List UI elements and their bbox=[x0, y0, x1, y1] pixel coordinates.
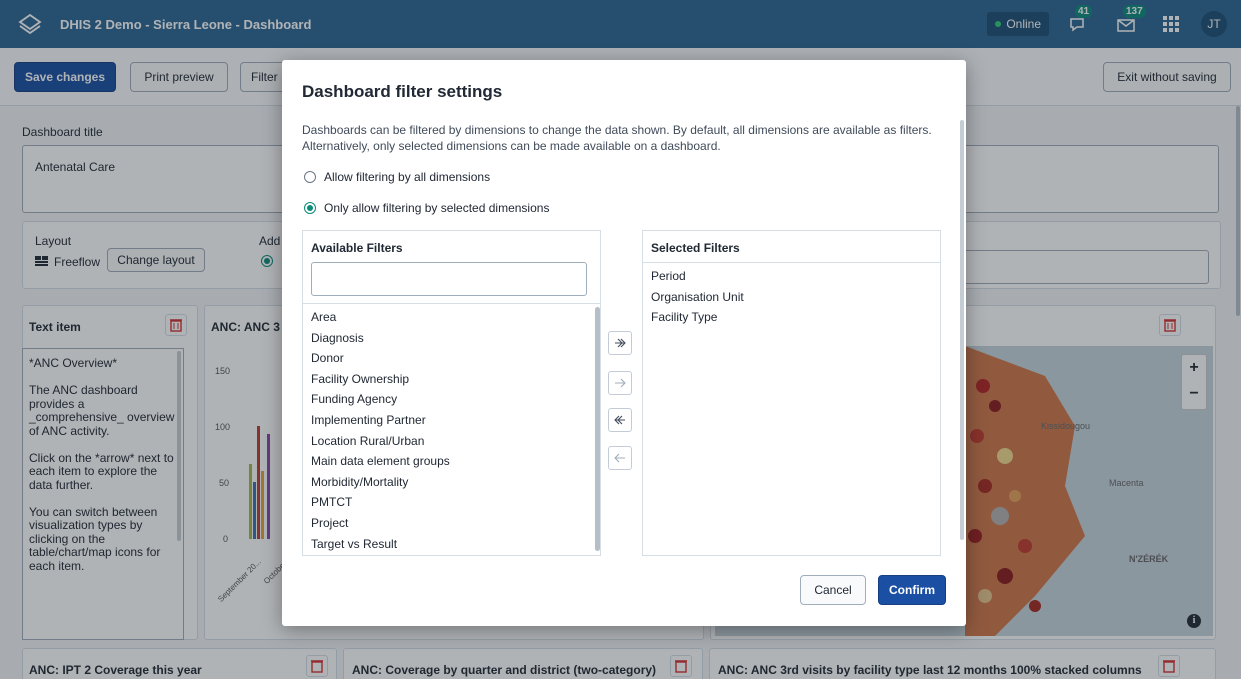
selected-filters-panel: Selected Filters Period Organisation Unit… bbox=[642, 230, 941, 556]
available-filter-item[interactable]: Location Rural/Urban bbox=[303, 431, 593, 452]
available-filter-item[interactable]: Facility Ownership bbox=[303, 369, 593, 390]
modal-description: Dashboards can be filtered by dimensions… bbox=[302, 123, 932, 153]
option-all-dimensions[interactable]: Allow filtering by all dimensions bbox=[304, 170, 490, 184]
radio-all-dimensions[interactable] bbox=[304, 171, 316, 183]
remove-selected-button[interactable] bbox=[608, 446, 632, 470]
double-arrow-left-icon bbox=[614, 415, 625, 425]
available-filter-item[interactable]: PMTCT bbox=[303, 492, 593, 513]
selected-divider bbox=[643, 262, 940, 263]
add-selected-button[interactable] bbox=[608, 371, 632, 395]
available-filters-header: Available Filters bbox=[311, 241, 403, 255]
option-selected-label: Only allow filtering by selected dimensi… bbox=[324, 201, 550, 215]
available-filters-list: Area Diagnosis Donor Facility Ownership Fund… bbox=[303, 307, 593, 554]
selected-filters-list: Period Organisation Unit Facility Type bbox=[643, 266, 933, 328]
available-filters-panel: Available Filters Area Diagnosis Donor Faci… bbox=[302, 230, 601, 556]
available-scrollbar[interactable] bbox=[595, 307, 600, 551]
add-all-button[interactable] bbox=[608, 331, 632, 355]
double-arrow-right-icon bbox=[615, 338, 626, 348]
available-filter-item[interactable]: Target vs Result bbox=[303, 534, 593, 555]
available-divider bbox=[303, 303, 600, 304]
available-filter-item[interactable]: Funding Agency bbox=[303, 389, 593, 410]
filter-settings-modal: Dashboard filter settings Dashboards can… bbox=[282, 60, 966, 626]
available-filter-item[interactable]: Main data element groups bbox=[303, 451, 593, 472]
option-all-label: Allow filtering by all dimensions bbox=[324, 170, 491, 184]
radio-selected-dimensions[interactable] bbox=[304, 202, 316, 214]
available-filter-item[interactable]: Project bbox=[303, 513, 593, 534]
selected-filter-item[interactable]: Facility Type bbox=[643, 307, 933, 328]
option-selected-dimensions[interactable]: Only allow filtering by selected dimensi… bbox=[304, 201, 549, 215]
available-filter-item[interactable]: Morbidity/Mortality bbox=[303, 472, 593, 493]
filter-search-input[interactable] bbox=[311, 262, 587, 296]
cancel-button[interactable]: Cancel bbox=[800, 575, 866, 605]
available-filter-item[interactable]: Donor bbox=[303, 348, 593, 369]
arrow-right-icon bbox=[615, 378, 626, 388]
remove-all-button[interactable] bbox=[608, 408, 632, 432]
available-filter-item[interactable]: Implementing Partner bbox=[303, 410, 593, 431]
selected-filter-item[interactable]: Organisation Unit bbox=[643, 287, 933, 308]
modal-scrollbar[interactable] bbox=[960, 120, 964, 540]
modal-title: Dashboard filter settings bbox=[302, 82, 503, 101]
selected-filters-header: Selected Filters bbox=[651, 241, 740, 255]
available-filter-item[interactable]: Area bbox=[303, 307, 593, 328]
selected-filter-item[interactable]: Period bbox=[643, 266, 933, 287]
confirm-button[interactable]: Confirm bbox=[878, 575, 946, 605]
arrow-left-icon bbox=[614, 453, 625, 463]
available-filter-item[interactable]: Diagnosis bbox=[303, 328, 593, 349]
